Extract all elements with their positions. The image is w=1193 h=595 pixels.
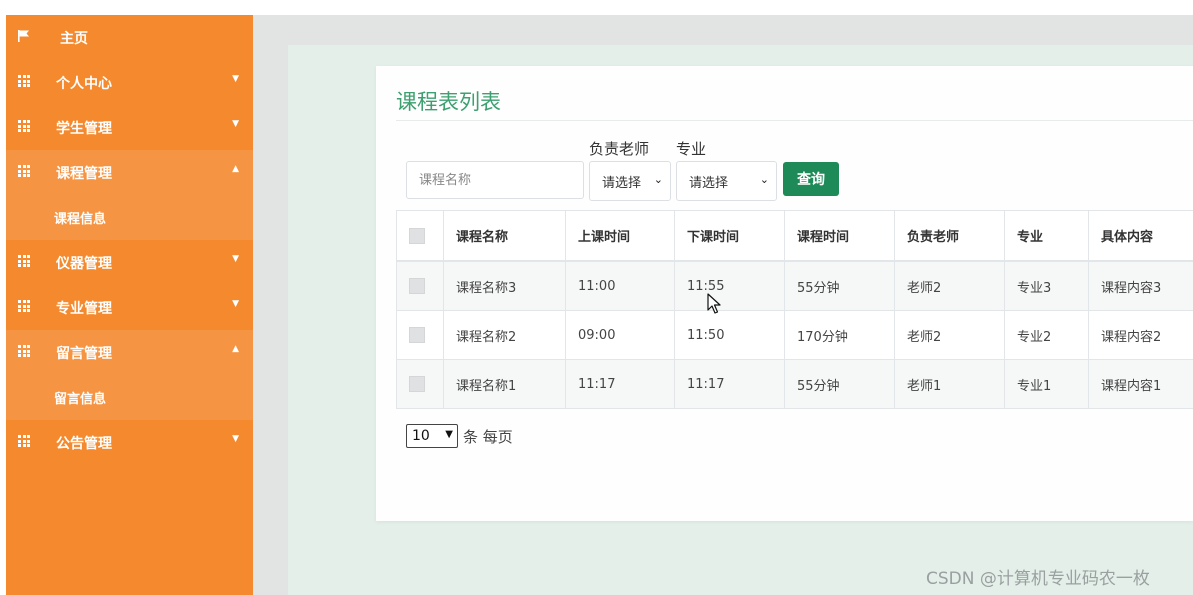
table-cell: 11:17 [565, 359, 675, 409]
column-header: 课程名称 [443, 210, 566, 262]
page-size-select[interactable]: 10 ▼ [406, 424, 458, 448]
row-checkbox[interactable] [409, 376, 425, 392]
sidebar-item-course-management[interactable]: 课程管理 ▲ [6, 150, 253, 195]
table-cell: 55分钟 [784, 260, 895, 311]
mouse-cursor-icon [707, 293, 721, 314]
table-cell: 11:00 [565, 260, 675, 311]
sidebar-item-message-management[interactable]: 留言管理 ▲ [6, 330, 253, 375]
table-cell: 专业3 [1004, 260, 1089, 311]
table-row[interactable]: 课程名称2 09:00 11:50 170分钟 老师2 专业2 课程内容2 [396, 310, 1193, 360]
chevron-down-icon: ⌄ [759, 173, 769, 186]
table-cell: 专业1 [1004, 359, 1089, 409]
chevron-down-icon: ▼ [232, 434, 239, 444]
sidebar-item-home[interactable]: 主页 [6, 15, 253, 60]
chevron-down-icon: ▼ [232, 119, 239, 129]
table-cell: 课程内容3 [1088, 260, 1193, 311]
table-cell: 老师2 [894, 310, 1005, 360]
sidebar-item-label: 主页 [60, 31, 88, 47]
table-cell: 09:00 [565, 310, 675, 360]
sidebar-item-instrument-management[interactable]: 仪器管理 ▼ [6, 240, 253, 285]
table-cell: 课程内容2 [1088, 310, 1193, 360]
table-cell: 课程名称2 [443, 310, 566, 360]
table-cell: 课程内容1 [1088, 359, 1193, 409]
teacher-filter-label: 负责老师 [589, 140, 650, 158]
table-row[interactable]: 课程名称3 11:00 11:55 55分钟 老师2 专业3 课程内容3 [396, 260, 1193, 311]
sidebar-item-major-management[interactable]: 专业管理 ▼ [6, 285, 253, 330]
column-header: 上课时间 [565, 210, 675, 262]
table-cell: 老师2 [894, 260, 1005, 311]
sidebar-item-personal-center[interactable]: 个人中心 ▼ [6, 60, 253, 105]
sidebar-subitem-message-info[interactable]: 留言信息 [6, 375, 253, 420]
query-button[interactable]: 查询 [783, 162, 839, 196]
table-cell: 11:55 [674, 260, 785, 311]
grid-icon [18, 75, 30, 87]
row-checkbox[interactable] [409, 278, 425, 294]
table-cell: 55分钟 [784, 359, 895, 409]
top-bar [0, 0, 1193, 15]
course-list-panel: 课程表列表 负责老师 请选择 ⌄ 专业 请选择 ⌄ 查询 课程名称 上课时间 下… [376, 66, 1193, 521]
sidebar-subitem-course-info[interactable]: 课程信息 [6, 195, 253, 240]
title-divider [396, 120, 1193, 121]
page-title: 课程表列表 [396, 90, 501, 114]
grid-icon [18, 120, 30, 132]
table-cell: 170分钟 [784, 310, 895, 360]
select-all-checkbox[interactable] [409, 227, 425, 244]
grid-icon [18, 435, 30, 447]
course-name-search-input[interactable] [406, 161, 584, 199]
sidebar-subitem-label: 留言信息 [54, 392, 107, 407]
sidebar-item-label: 公告管理 [56, 436, 112, 452]
watermark: CSDN @计算机专业码农一枚 [926, 569, 1150, 589]
table-cell: 课程名称3 [443, 260, 566, 311]
table-cell: 课程名称1 [443, 359, 566, 409]
page-size-value: 10 [412, 428, 430, 444]
grid-icon [18, 345, 30, 357]
major-select[interactable]: 请选择 ⌄ [676, 161, 777, 201]
chevron-up-icon: ▲ [232, 164, 239, 174]
chevron-down-icon: ▼ [232, 299, 239, 309]
flag-icon [18, 30, 29, 42]
sidebar: 主页 个人中心 ▼ 学生管理 ▼ 课程管理 ▲ 课程信息 仪器管理 ▼ 专业管理… [6, 15, 253, 595]
sidebar-item-label: 留言管理 [56, 346, 112, 362]
chevron-up-icon: ▲ [232, 344, 239, 354]
chevron-down-icon: ▼ [232, 254, 239, 264]
sidebar-item-label: 课程管理 [56, 166, 112, 182]
course-table: 课程名称 上课时间 下课时间 课程时间 负责老师 专业 具体内容 课程名称3 1… [396, 210, 1193, 409]
chevron-down-icon: ▼ [445, 429, 453, 440]
major-filter-label: 专业 [676, 140, 707, 158]
table-cell: 老师1 [894, 359, 1005, 409]
table-cell: 11:50 [674, 310, 785, 360]
teacher-select-value: 请选择 [602, 175, 642, 191]
table-cell: 11:17 [674, 359, 785, 409]
column-header: 负责老师 [894, 210, 1005, 262]
select-all-cell[interactable] [396, 210, 444, 262]
row-checkbox[interactable] [409, 327, 425, 343]
major-select-value: 请选择 [689, 175, 729, 191]
page-size-suffix: 条 每页 [463, 427, 513, 446]
column-header: 下课时间 [674, 210, 785, 262]
table-cell: 专业2 [1004, 310, 1089, 360]
grid-icon [18, 255, 30, 267]
grid-icon [18, 300, 30, 312]
sidebar-item-notice-management[interactable]: 公告管理 ▼ [6, 420, 253, 465]
table-row[interactable]: 课程名称1 11:17 11:17 55分钟 老师1 专业1 课程内容1 [396, 359, 1193, 409]
table-header-row: 课程名称 上课时间 下课时间 课程时间 负责老师 专业 具体内容 [396, 210, 1193, 262]
column-header: 课程时间 [784, 210, 895, 262]
grid-icon [18, 165, 30, 177]
chevron-down-icon: ▼ [232, 74, 239, 84]
sidebar-item-label: 学生管理 [56, 121, 112, 137]
sidebar-item-label: 仪器管理 [56, 256, 112, 272]
chevron-down-icon: ⌄ [653, 173, 663, 186]
sidebar-item-label: 个人中心 [56, 76, 112, 92]
column-header: 具体内容 [1088, 210, 1193, 262]
sidebar-subitem-label: 课程信息 [54, 212, 107, 227]
pagination: 10 ▼ 条 每页 [406, 424, 513, 448]
teacher-select[interactable]: 请选择 ⌄ [589, 161, 671, 201]
sidebar-item-student-management[interactable]: 学生管理 ▼ [6, 105, 253, 150]
column-header: 专业 [1004, 210, 1089, 262]
sidebar-item-label: 专业管理 [56, 301, 112, 317]
